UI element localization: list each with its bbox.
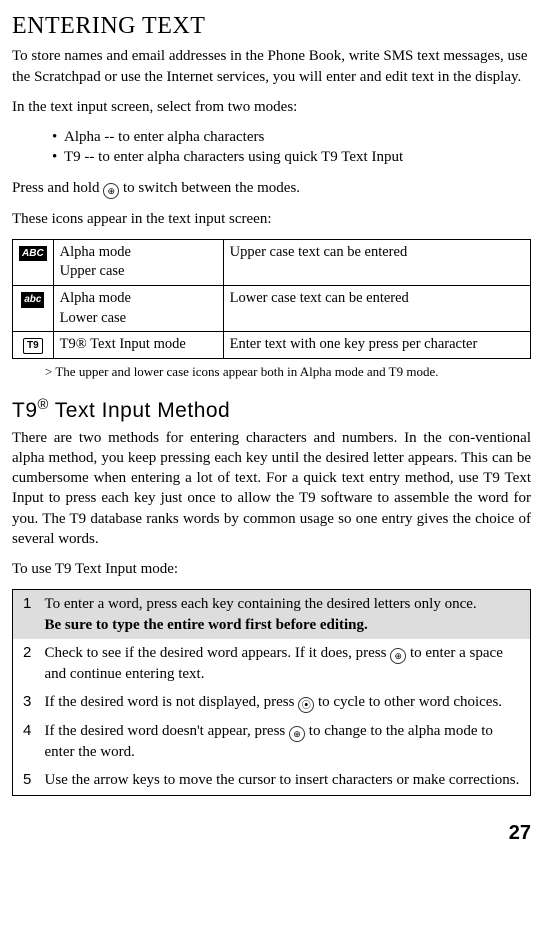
note-prefix: > <box>45 364 55 379</box>
icons-lead: These icons appear in the text input scr… <box>12 209 531 229</box>
icon-cell: ABC <box>13 239 54 285</box>
text: to switch between the modes. <box>119 180 300 196</box>
step-text: If the desired word doesn't appear, pres… <box>41 717 531 766</box>
table-note: > The upper and lower case icons appear … <box>56 363 531 381</box>
mode-cell: Alpha mode Upper case <box>53 239 223 285</box>
modes-lead: In the text input screen, select from tw… <box>12 97 531 117</box>
icon-cell: abc <box>13 286 54 332</box>
page-title: ENTERING TEXT <box>12 10 531 42</box>
table-row: T9 T9® Text Input mode Enter text with o… <box>13 332 531 359</box>
mode-cell: T9® Text Input mode <box>53 332 223 359</box>
heading-sup: ® <box>38 397 49 413</box>
table-row: abc Alpha mode Lower case Lower case tex… <box>13 286 531 332</box>
step-number: 5 <box>13 766 41 795</box>
table-row: ABC Alpha mode Upper case Upper case tex… <box>13 239 531 285</box>
step-text: Check to see if the desired word appears… <box>41 639 531 688</box>
step-text: Use the arrow keys to move the cursor to… <box>41 766 531 795</box>
step-number: 3 <box>13 688 41 717</box>
mode-key-icon: ⊕ <box>103 183 119 199</box>
t9-paragraph: There are two methods for entering chara… <box>12 428 531 550</box>
step-number: 1 <box>13 590 41 639</box>
note-text: The upper and lower case icons appear bo… <box>55 364 438 379</box>
icon-table: ABC Alpha mode Upper case Upper case tex… <box>12 239 531 359</box>
space-key-icon: ⊕ <box>390 648 406 664</box>
step-row: 2 Check to see if the desired word appea… <box>13 639 531 688</box>
text: To enter a word, press each key containi… <box>45 596 477 612</box>
text: Check to see if the desired word appears… <box>45 645 391 661</box>
list-item: Alpha -- to enter alpha characters <box>64 127 531 147</box>
icon-cell: T9 <box>13 332 54 359</box>
desc-cell: Enter text with one key press per charac… <box>223 332 530 359</box>
heading-pre: T9 <box>12 399 38 422</box>
mode-key-icon: ⊕ <box>289 726 305 742</box>
intro-paragraph: To store names and email addresses in th… <box>12 46 531 87</box>
step-text: If the desired word is not displayed, pr… <box>41 688 531 717</box>
steps-table: 1 To enter a word, press each key contai… <box>12 589 531 795</box>
alpha-upper-icon: ABC <box>19 246 47 262</box>
step-row: 5 Use the arrow keys to move the cursor … <box>13 766 531 795</box>
alpha-lower-icon: abc <box>21 292 44 308</box>
text: If the desired word is not displayed, pr… <box>45 694 299 710</box>
heading-post: Text Input Method <box>49 399 230 422</box>
step-row: 3 If the desired word is not displayed, … <box>13 688 531 717</box>
text: to cycle to other word choices. <box>314 694 502 710</box>
mode-cell: Alpha mode Lower case <box>53 286 223 332</box>
step-row: 1 To enter a word, press each key contai… <box>13 590 531 639</box>
desc-cell: Upper case text can be entered <box>223 239 530 285</box>
t9-icon: T9 <box>23 338 43 354</box>
page-number: 27 <box>12 820 531 847</box>
section-heading: T9® Text Input Method <box>12 396 531 425</box>
cycle-key-icon: ⦿ <box>298 697 314 713</box>
step-bold-text: Be sure to type the entire word first be… <box>45 617 368 633</box>
t9-use-lead: To use T9 Text Input mode: <box>12 559 531 579</box>
step-number: 2 <box>13 639 41 688</box>
text: Press and hold <box>12 180 103 196</box>
modes-list: Alpha -- to enter alpha characters T9 --… <box>64 127 531 168</box>
step-text: To enter a word, press each key containi… <box>41 590 531 639</box>
hold-instruction: Press and hold ⊕ to switch between the m… <box>12 178 531 199</box>
list-item: T9 -- to enter alpha characters using qu… <box>64 147 531 167</box>
step-number: 4 <box>13 717 41 766</box>
desc-cell: Lower case text can be entered <box>223 286 530 332</box>
text: If the desired word doesn't appear, pres… <box>45 723 290 739</box>
step-row: 4 If the desired word doesn't appear, pr… <box>13 717 531 766</box>
